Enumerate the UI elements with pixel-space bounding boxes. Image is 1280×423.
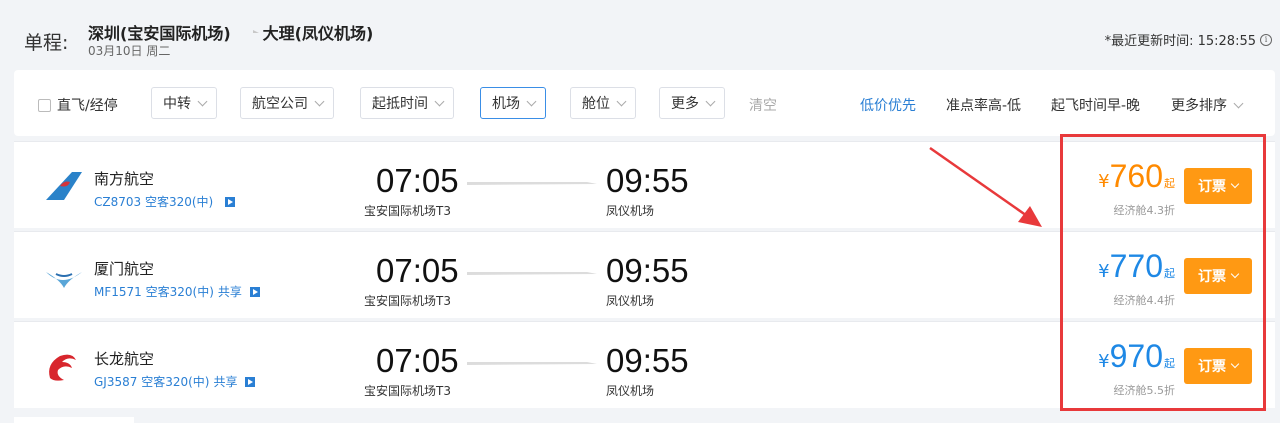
play-icon[interactable] [249,286,260,297]
flight-duration-line [467,272,597,275]
airline-name: 南方航空 [94,170,155,188]
arrival-airport: 凤仪机场 [606,204,655,218]
loong-air-logo-icon [42,348,86,384]
time-filter-label: 起抵时间 [372,96,428,112]
airport-dropdown[interactable]: 机场 [480,87,546,119]
airline-dropdown[interactable]: 航空公司 [240,87,334,119]
arrival-time: 09:55 [606,252,689,289]
chevron-down-icon [526,96,537,106]
more-filters-dropdown[interactable]: 更多 [659,87,725,119]
chevron-down-icon [314,96,325,106]
sort-punctuality[interactable]: 准点率高-低 [946,95,1021,115]
transfer-label: 中转 [163,96,191,112]
departure-time: 07:05 [376,162,459,199]
share-label: 共享 [217,285,242,299]
airline-name: 厦门航空 [94,260,155,278]
time-dropdown[interactable]: 起抵时间 [360,87,454,119]
chevron-down-icon [1233,98,1244,109]
flight-number-text: CZ8703 空客320(中) [94,195,214,209]
flight-number[interactable]: GJ3587 空客320(中) 共享 [94,373,256,390]
flight-number[interactable]: MF1571 空客320(中) 共享 [94,283,260,300]
direct-flight-label: 直飞/经停 [57,98,118,114]
origin-city: 深圳(宝安国际机场) [88,24,231,43]
share-label: 共享 [213,375,238,389]
arrival-time: 09:55 [606,342,689,379]
sort-more-dropdown[interactable]: 更多排序 [1171,95,1244,115]
annotation-highlight-box [1060,134,1266,411]
sort-more-label: 更多排序 [1171,98,1227,114]
direct-flight-checkbox[interactable]: 直飞/经停 [38,95,118,115]
arrival-airport: 凤仪机场 [606,384,655,398]
last-updated-text: *最近更新时间: 15:28:55 [1104,34,1256,49]
flight-number-text: GJ3587 空客320(中) [94,375,210,389]
bottom-tab [14,417,134,423]
trip-type-label: 单程: [24,32,69,54]
cabin-filter-label: 舱位 [582,96,610,112]
flight-number-text: MF1571 空客320(中) [94,285,214,299]
flight-number[interactable]: CZ8703 空客320(中) [94,193,236,210]
page-header: 单程: 深圳(宝安国际机场) 大理(凤仪机场) 03月10日 周二 *最近更新时… [0,0,1280,68]
play-icon[interactable] [245,376,256,387]
last-updated: *最近更新时间: 15:28:55 i [1105,30,1272,49]
chevron-down-icon [705,96,716,106]
departure-airport: 宝安国际机场T3 [364,384,451,398]
filter-bar: 直飞/经停 中转 航空公司 起抵时间 机场 舱位 更多 清空 低价优先 准点率高… [14,70,1275,136]
flight-duration-line [467,362,597,365]
xiamen-airlines-logo-icon [42,258,86,294]
route-arrow-icon [234,27,259,37]
sort-departure-time[interactable]: 起飞时间早-晚 [1051,95,1140,115]
play-icon[interactable] [225,196,236,207]
arrival-time: 09:55 [606,162,689,199]
airport-filter-label: 机场 [492,96,520,112]
flight-duration-line [467,182,597,185]
arrival-airport: 凤仪机场 [606,294,655,308]
more-filters-label: 更多 [671,96,699,112]
china-southern-logo-icon [42,168,86,204]
departure-time: 07:05 [376,342,459,379]
departure-airport: 宝安国际机场T3 [364,294,451,308]
travel-date: 03月10日 周二 [88,44,171,58]
airline-filter-label: 航空公司 [252,96,308,112]
destination-city: 大理(凤仪机场) [262,24,374,43]
cabin-dropdown[interactable]: 舱位 [570,87,636,119]
checkbox-box[interactable] [38,98,51,112]
info-icon[interactable]: i [1260,33,1272,46]
chevron-down-icon [434,96,445,106]
clear-filters-link[interactable]: 清空 [749,95,777,115]
chevron-down-icon [616,96,627,106]
airline-name: 长龙航空 [94,350,155,368]
transfer-dropdown[interactable]: 中转 [151,87,217,119]
chevron-down-icon [197,96,208,106]
route-title: 深圳(宝安国际机场) 大理(凤仪机场) [88,20,373,44]
departure-airport: 宝安国际机场T3 [364,204,451,218]
sort-low-price[interactable]: 低价优先 [860,95,916,115]
departure-time: 07:05 [376,252,459,289]
